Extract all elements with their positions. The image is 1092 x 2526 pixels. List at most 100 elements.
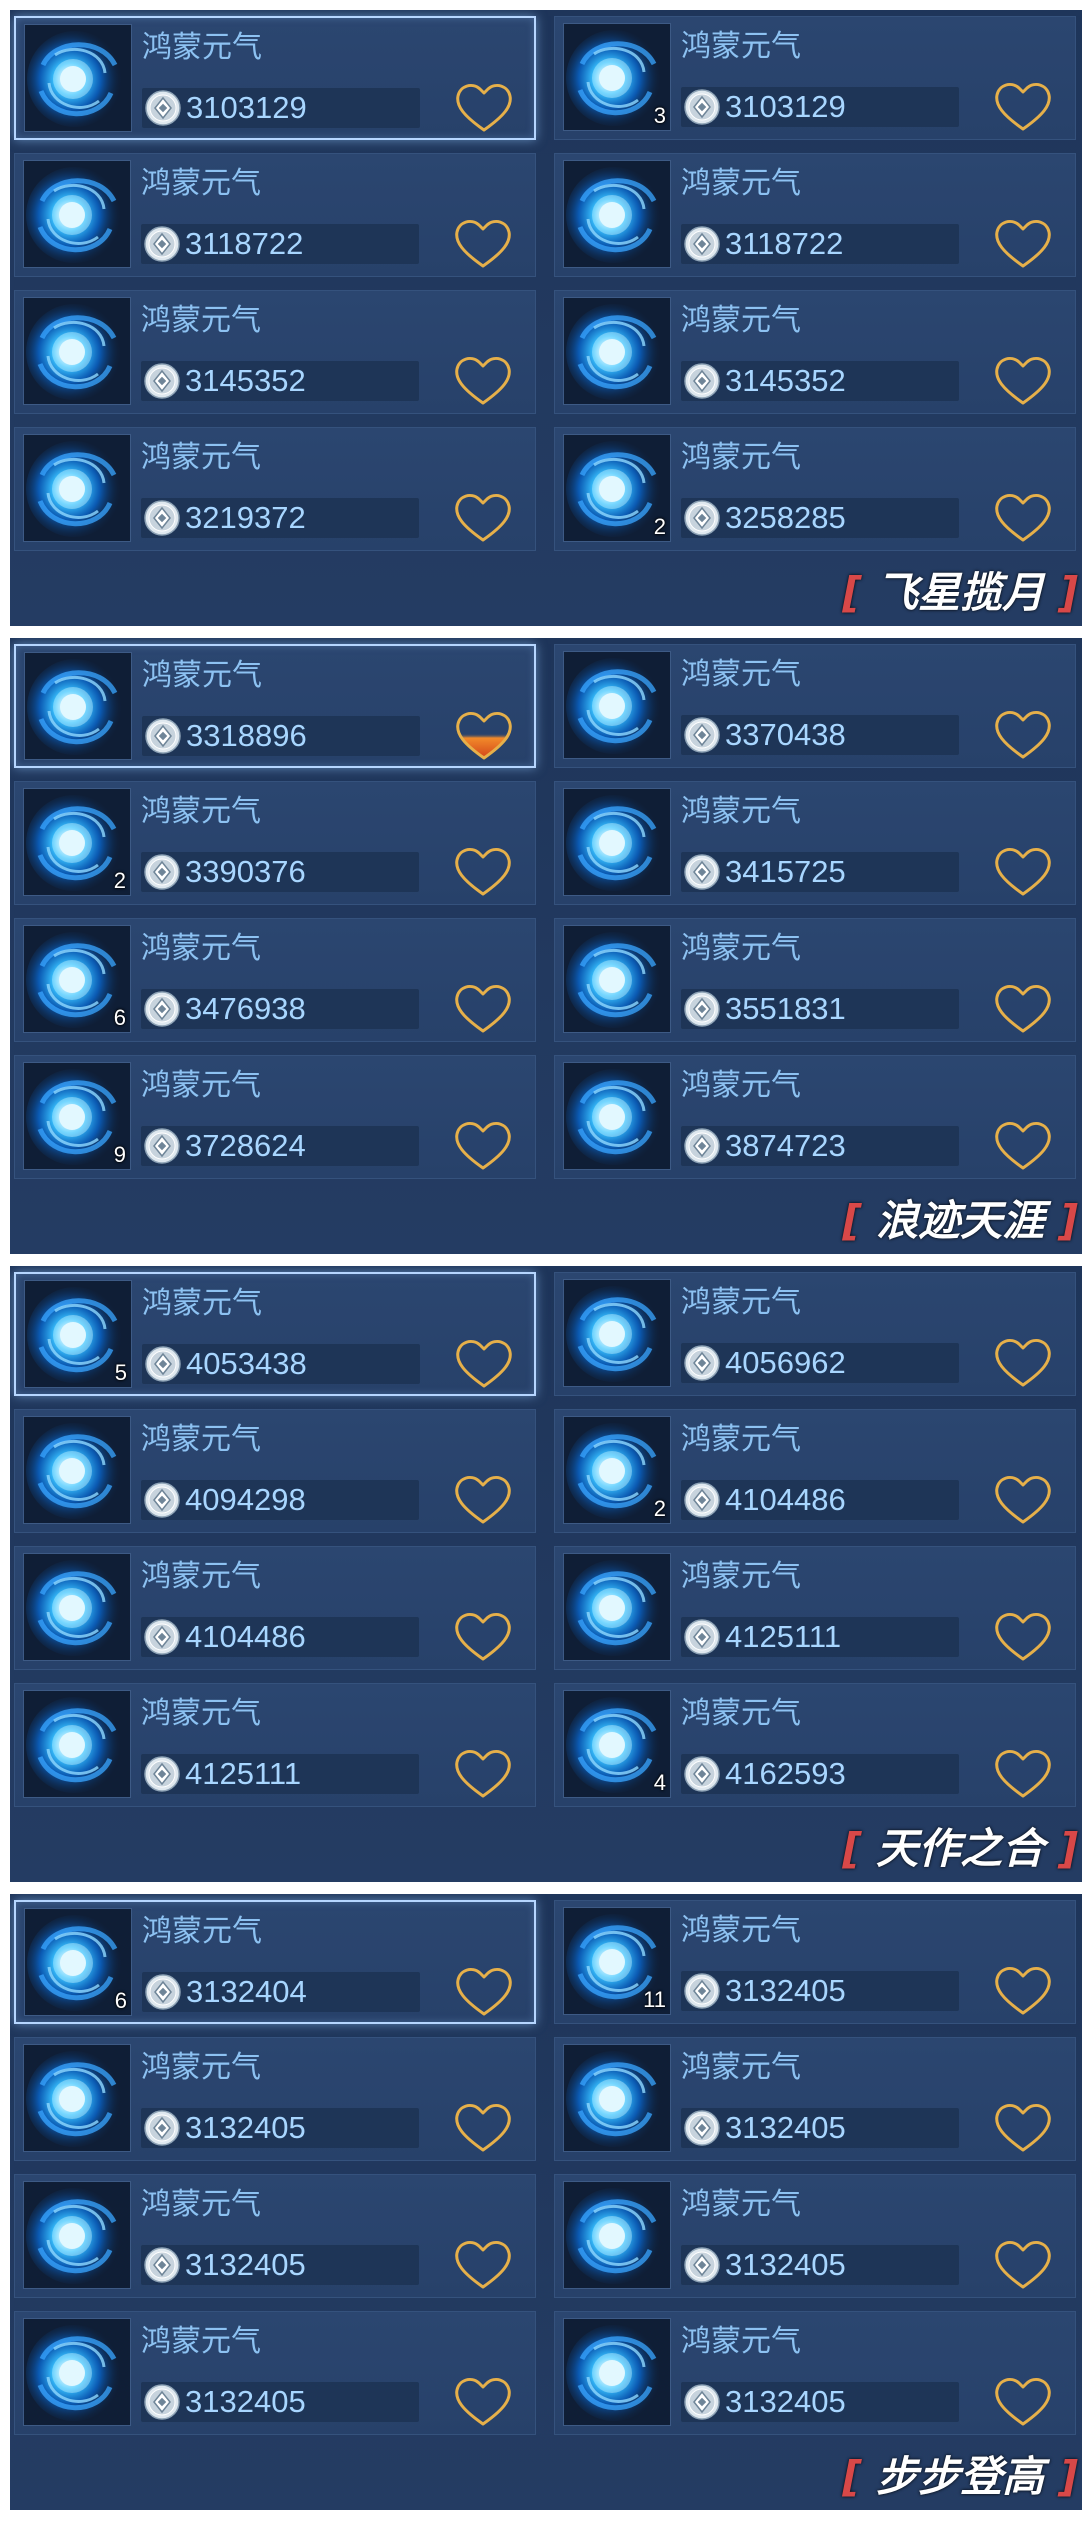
heart-icon[interactable]: [993, 490, 1053, 548]
item-icon-frame: [563, 1279, 671, 1387]
item-name: 鸿蒙元气: [681, 2050, 801, 2085]
section-title-text: 浪迹天涯: [876, 1196, 1045, 1245]
heart-icon[interactable]: [993, 1118, 1053, 1176]
item-name: 鸿蒙元气: [681, 2187, 801, 2222]
item-card[interactable]: 2 鸿蒙元气 3390376: [14, 781, 536, 905]
heart-icon[interactable]: [993, 2374, 1053, 2432]
item-card[interactable]: 鸿蒙元气 3132405: [14, 2037, 536, 2161]
heart-icon[interactable]: [454, 708, 514, 766]
heart-icon[interactable]: [453, 1472, 513, 1530]
swirl-orb-icon: [564, 298, 670, 404]
item-card[interactable]: 鸿蒙元气 4104486: [14, 1546, 536, 1670]
item-icon-frame: 2: [563, 434, 671, 542]
price-field: 4094298: [141, 1480, 419, 1520]
item-card[interactable]: 鸿蒙元气 4094298: [14, 1409, 536, 1533]
stack-count: 9: [113, 1142, 126, 1167]
section-title: [ 浪迹天涯 ]: [842, 1196, 1078, 1246]
heart-icon[interactable]: [453, 2374, 513, 2432]
heart-icon[interactable]: [993, 844, 1053, 902]
item-card[interactable]: 鸿蒙元气 3145352: [14, 290, 536, 414]
item-card[interactable]: 鸿蒙元气 3132405: [14, 2174, 536, 2298]
coin-icon-wrap: [683, 1481, 721, 1523]
coin-icon-wrap: [144, 1973, 182, 2015]
heart-icon[interactable]: [993, 981, 1053, 1039]
coin-icon-wrap: [683, 716, 721, 758]
item-price: 3132405: [185, 2247, 306, 2282]
silver-coin-icon: [684, 2247, 720, 2283]
item-price: 4053438: [186, 1346, 307, 1381]
heart-icon[interactable]: [454, 80, 514, 138]
bracket-close: ]: [1058, 1196, 1078, 1245]
item-card[interactable]: 鸿蒙元气 3219372: [14, 427, 536, 551]
silver-coin-icon: [145, 1974, 181, 2010]
heart-icon[interactable]: [454, 1964, 514, 2022]
item-card[interactable]: 鸿蒙元气 3874723: [554, 1055, 1076, 1179]
item-card[interactable]: 鸿蒙元气 3145352: [554, 290, 1076, 414]
swirl-orb-icon: [564, 2319, 670, 2425]
price-field: 3318896: [142, 716, 420, 756]
heart-icon[interactable]: [993, 353, 1053, 411]
heart-icon[interactable]: [453, 2237, 513, 2295]
item-card[interactable]: 2 鸿蒙元气 3258285: [554, 427, 1076, 551]
listing-panel: 鸿蒙元气 3103129 3 鸿蒙元气 3103129 鸿蒙元气 3118722…: [10, 10, 1082, 626]
item-card[interactable]: 鸿蒙元气 3132405: [554, 2037, 1076, 2161]
heart-icon[interactable]: [453, 490, 513, 548]
item-card[interactable]: 鸿蒙元气 3132405: [554, 2311, 1076, 2435]
price-field: 4125111: [141, 1754, 419, 1794]
item-card[interactable]: 鸿蒙元气 3132405: [14, 2311, 536, 2435]
heart-icon[interactable]: [993, 707, 1053, 765]
heart-icon[interactable]: [993, 79, 1053, 137]
item-card[interactable]: 2 鸿蒙元气 4104486: [554, 1409, 1076, 1533]
heart-icon[interactable]: [453, 353, 513, 411]
item-card[interactable]: 3 鸿蒙元气 3103129: [554, 16, 1076, 140]
price-field: 3728624: [141, 1126, 419, 1166]
item-card[interactable]: 鸿蒙元气 3551831: [554, 918, 1076, 1042]
heart-icon[interactable]: [993, 1472, 1053, 1530]
item-card[interactable]: 鸿蒙元气 3132405: [554, 2174, 1076, 2298]
item-name: 鸿蒙元气: [141, 166, 261, 201]
item-card[interactable]: 9 鸿蒙元气 3728624: [14, 1055, 536, 1179]
item-card[interactable]: 5 鸿蒙元气 4053438: [14, 1272, 536, 1396]
heart-icon[interactable]: [453, 1118, 513, 1176]
item-card[interactable]: 鸿蒙元气 3118722: [554, 153, 1076, 277]
coin-icon-wrap: [683, 2109, 721, 2151]
heart-icon[interactable]: [453, 844, 513, 902]
swirl-orb-icon: [564, 1280, 670, 1386]
silver-coin-icon: [144, 2247, 180, 2283]
item-card[interactable]: 鸿蒙元气 3415725: [554, 781, 1076, 905]
heart-icon[interactable]: [993, 216, 1053, 274]
item-icon-frame: [563, 1553, 671, 1661]
heart-icon[interactable]: [453, 1746, 513, 1804]
item-card[interactable]: 鸿蒙元气 3103129: [14, 16, 536, 140]
heart-icon[interactable]: [454, 1336, 514, 1394]
item-card[interactable]: 6 鸿蒙元气 3476938: [14, 918, 536, 1042]
item-card[interactable]: 4 鸿蒙元气 4162593: [554, 1683, 1076, 1807]
heart-icon[interactable]: [993, 2237, 1053, 2295]
item-card[interactable]: 鸿蒙元气 3318896: [14, 644, 536, 768]
heart-icon[interactable]: [993, 1746, 1053, 1804]
item-card[interactable]: 鸿蒙元气 4125111: [14, 1683, 536, 1807]
heart-icon[interactable]: [993, 1335, 1053, 1393]
item-price: 3258285: [725, 500, 846, 535]
heart-icon[interactable]: [453, 981, 513, 1039]
item-price: 3476938: [185, 991, 306, 1026]
item-card[interactable]: 6 鸿蒙元气 3132404: [14, 1900, 536, 2024]
item-card[interactable]: 鸿蒙元气 3370438: [554, 644, 1076, 768]
coin-icon-wrap: [683, 853, 721, 895]
item-card[interactable]: 鸿蒙元气 4056962: [554, 1272, 1076, 1396]
item-card[interactable]: 鸿蒙元气 3118722: [14, 153, 536, 277]
stack-count: 2: [113, 868, 126, 893]
heart-icon[interactable]: [453, 1609, 513, 1667]
item-card[interactable]: 11 鸿蒙元气 3132405: [554, 1900, 1076, 2024]
item-price: 3118722: [185, 226, 304, 261]
item-name: 鸿蒙元气: [681, 794, 801, 829]
heart-icon[interactable]: [993, 2100, 1053, 2158]
heart-icon[interactable]: [453, 216, 513, 274]
silver-coin-icon: [144, 1619, 180, 1655]
price-field: 3132405: [681, 2382, 959, 2422]
heart-icon[interactable]: [993, 1609, 1053, 1667]
price-field: 3118722: [141, 224, 419, 264]
heart-icon[interactable]: [993, 1963, 1053, 2021]
item-card[interactable]: 鸿蒙元气 4125111: [554, 1546, 1076, 1670]
heart-icon[interactable]: [453, 2100, 513, 2158]
